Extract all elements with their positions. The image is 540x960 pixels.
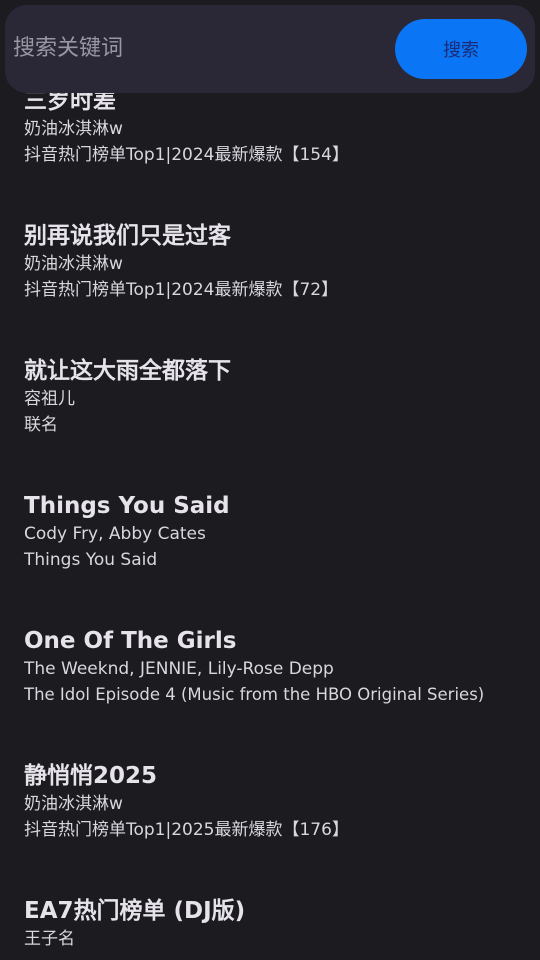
song-album: 抖音热门榜单Top1|2024最新爆款【154】	[24, 145, 349, 165]
song-album: 联名	[24, 415, 58, 435]
song-artist: Cody Fry, Abby Cates	[24, 524, 206, 544]
song-artist: The Weeknd, JENNIE, Lily-Rose Depp	[24, 659, 334, 679]
song-artist: 奶油冰淇淋w	[24, 794, 123, 814]
song-album: Things You Said	[24, 550, 158, 570]
song-item[interactable]: Things You Said Cody Fry, Abby Cates Thi…	[24, 491, 524, 573]
song-artist: 奶油冰淇淋w	[24, 254, 123, 274]
song-list[interactable]: 三岁时差 奶油冰淇淋w 抖音热门榜单Top1|2024最新爆款【154】 别再说…	[0, 0, 540, 960]
song-album: The Idol Episode 4 (Music from the HBO O…	[24, 685, 485, 704]
song-title: EA7热门榜单 (DJ版)	[24, 898, 246, 924]
search-input[interactable]	[13, 25, 383, 71]
song-artist: 王子名	[24, 929, 75, 949]
song-item[interactable]: 静悄悄2025 奶油冰淇淋w 抖音热门榜单Top1|2025最新爆款【176】	[24, 761, 524, 843]
song-album: 抖音热门榜单Top1|2025最新爆款【176】	[24, 820, 349, 840]
song-title: 就让这大雨全都落下	[24, 358, 231, 384]
song-item[interactable]: 别再说我们只是过客 奶油冰淇淋w 抖音热门榜单Top1|2024最新爆款【72】	[24, 221, 524, 303]
song-artist: 奶油冰淇淋w	[24, 119, 123, 139]
song-item[interactable]: 三岁时差 奶油冰淇淋w 抖音热门榜单Top1|2024最新爆款【154】	[24, 86, 524, 168]
search-button[interactable]: 搜索	[395, 19, 527, 79]
song-title: Things You Said	[24, 493, 230, 519]
song-album: 抖音热门榜单Top1|2024最新爆款【72】	[24, 280, 339, 300]
music-search-screen: 三岁时差 奶油冰淇淋w 抖音热门榜单Top1|2024最新爆款【154】 别再说…	[0, 0, 540, 960]
song-artist: 容祖儿	[24, 389, 75, 409]
song-title: One Of The Girls	[24, 628, 237, 654]
song-item[interactable]: One Of The Girls The Weeknd, JENNIE, Lil…	[24, 626, 524, 708]
song-title: 别再说我们只是过客	[24, 223, 231, 249]
song-item[interactable]: 就让这大雨全都落下 容祖儿 联名	[24, 356, 524, 438]
song-item[interactable]: EA7热门榜单 (DJ版) 王子名	[24, 896, 524, 952]
song-title: 静悄悄2025	[24, 763, 158, 789]
search-bar: 搜索	[5, 5, 535, 93]
